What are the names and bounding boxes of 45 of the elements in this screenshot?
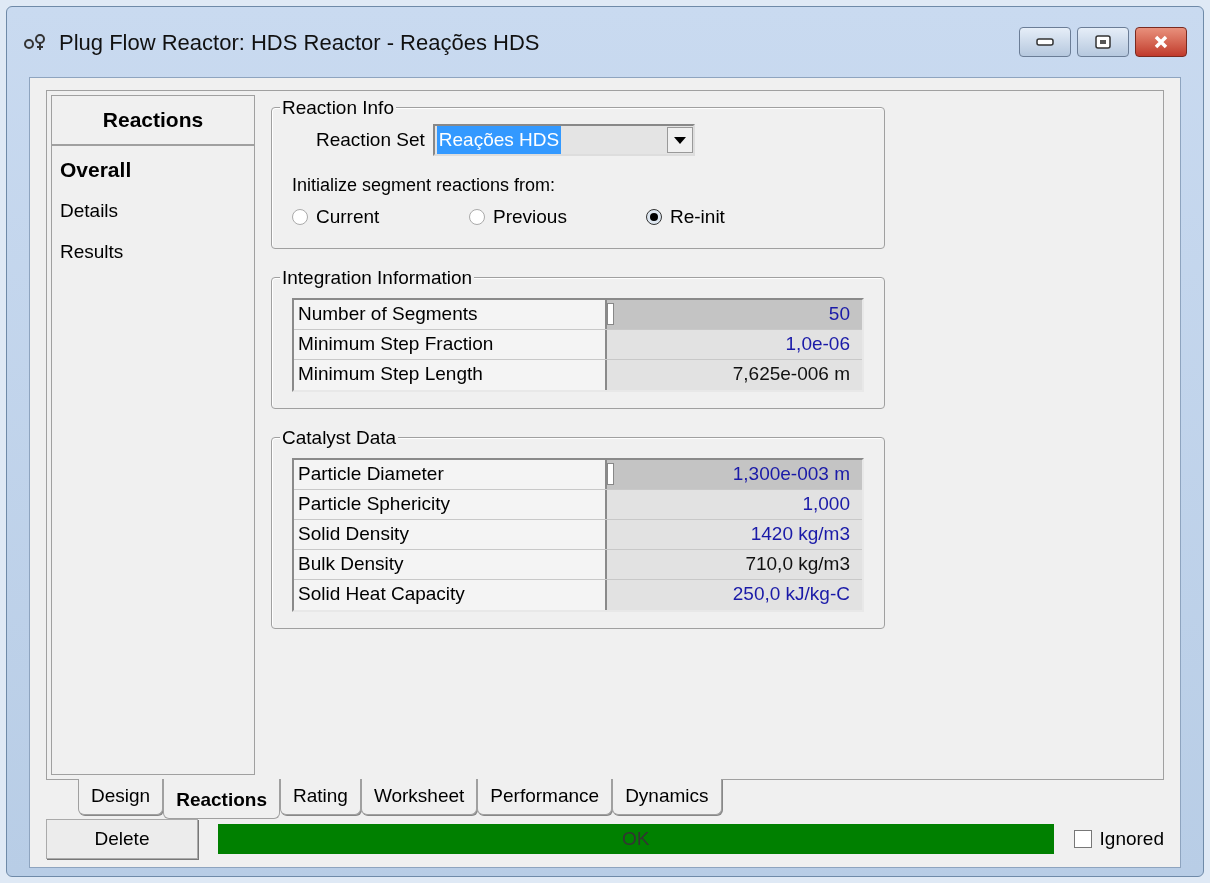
minimize-button[interactable] xyxy=(1019,27,1071,57)
tab[interactable]: Worksheet xyxy=(360,779,478,815)
property-value[interactable]: 1,300e-003 m xyxy=(607,459,862,489)
property-label: Solid Heat Capacity xyxy=(294,579,607,610)
property-value[interactable]: 710,0 kg/m3 xyxy=(607,549,862,579)
sidebar-item[interactable]: Results xyxy=(60,237,246,266)
property-label: Bulk Density xyxy=(294,549,607,579)
sidebar-item[interactable]: Overall xyxy=(60,153,246,185)
property-label: Number of Segments xyxy=(294,299,607,329)
property-label: Solid Density xyxy=(294,519,607,549)
close-button[interactable] xyxy=(1135,27,1187,57)
close-icon xyxy=(1153,35,1169,49)
property-label: Particle Sphericity xyxy=(294,489,607,519)
cursor-icon xyxy=(607,302,614,325)
property-value[interactable]: 7,625e-006 m xyxy=(607,359,862,390)
caret-icon xyxy=(666,127,693,153)
sidebar-title: Reactions xyxy=(52,96,254,146)
sidebar-item[interactable]: Details xyxy=(60,197,246,226)
property-value[interactable]: 250,0 kJ/kg-C xyxy=(607,579,862,610)
property-value[interactable]: 1420 kg/m3 xyxy=(607,519,862,549)
tab[interactable]: Rating xyxy=(279,779,361,815)
radio-option[interactable]: Current xyxy=(292,203,469,232)
tab[interactable]: Performance xyxy=(477,779,613,815)
field-label: Reaction Set xyxy=(316,127,425,152)
app-icon xyxy=(23,32,47,52)
maximize-icon xyxy=(1095,35,1111,49)
init-label: Initialize segment reactions from: xyxy=(292,174,557,197)
tab[interactable]: Dynamics xyxy=(612,779,722,815)
minimize-icon xyxy=(1036,38,1054,46)
property-value[interactable]: 1,000 xyxy=(607,489,862,519)
ignored-checkbox[interactable]: Ignored xyxy=(1073,824,1164,854)
maximize-button[interactable] xyxy=(1077,27,1129,57)
tab[interactable]: Reactions xyxy=(163,779,280,819)
property-label: Minimum Step Length xyxy=(294,359,607,390)
delete-button[interactable]: Delete xyxy=(46,819,198,859)
window-title: Plug Flow Reactor: HDS Reactor - Reações HDS xyxy=(59,28,540,57)
property-value[interactable]: 1,0e-06 xyxy=(607,329,862,359)
tab[interactable]: Design xyxy=(78,779,164,815)
property-label: Particle Diameter xyxy=(294,459,607,489)
property-value[interactable]: 50 xyxy=(607,299,862,329)
radio-option[interactable]: Previous xyxy=(469,203,646,232)
status-bar: OK xyxy=(218,824,1054,854)
property-label: Minimum Step Fraction xyxy=(294,329,607,359)
cursor-icon xyxy=(607,462,614,485)
radio-option[interactable]: Re-init xyxy=(646,203,823,232)
